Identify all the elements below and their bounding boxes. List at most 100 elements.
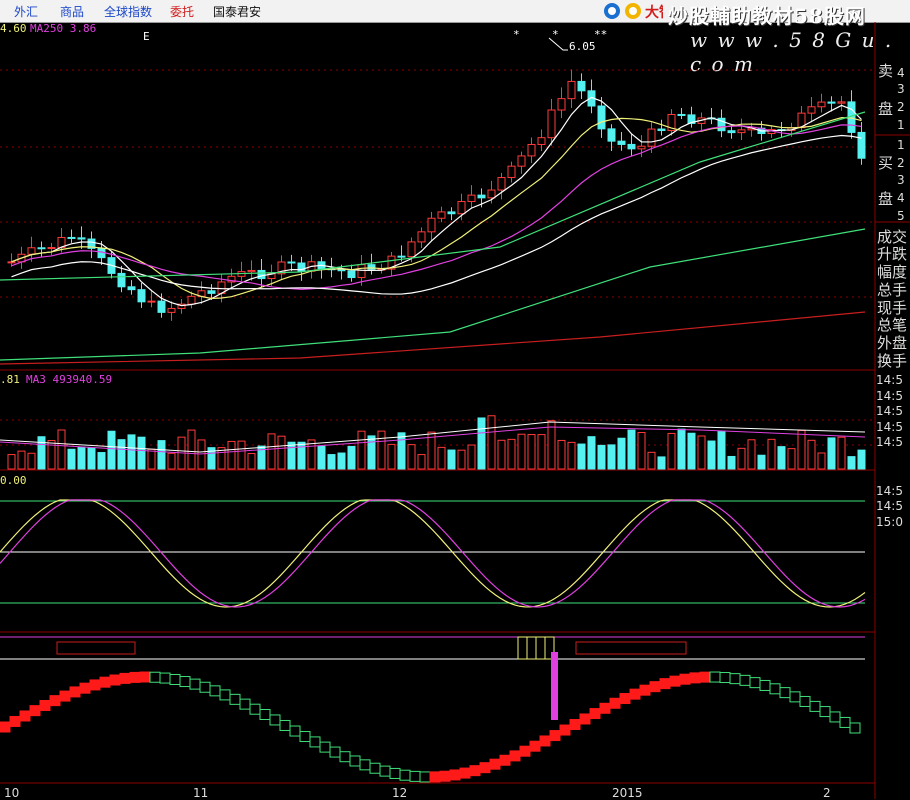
sell-level-1: 1 bbox=[897, 118, 905, 132]
signal-step bbox=[369, 762, 381, 774]
signal-step bbox=[429, 771, 441, 783]
ma250-line bbox=[0, 311, 866, 365]
signal-step bbox=[0, 721, 11, 733]
signal-step bbox=[69, 686, 81, 698]
volume-bar bbox=[527, 434, 536, 470]
candle bbox=[417, 231, 426, 243]
volume-bar bbox=[557, 439, 566, 470]
volume-bar bbox=[7, 454, 16, 470]
ma250-label: MA250 3.86 bbox=[30, 22, 97, 35]
volume-bar bbox=[477, 417, 486, 470]
time-axis-feb: 2 bbox=[823, 786, 831, 800]
signal-step bbox=[649, 681, 661, 693]
candle bbox=[577, 80, 586, 92]
volume-bar bbox=[787, 448, 796, 470]
tab-commodities[interactable]: 商品 bbox=[60, 3, 84, 20]
candle bbox=[77, 237, 86, 240]
signal-step bbox=[449, 769, 461, 781]
signal-step bbox=[619, 693, 631, 705]
stock-chart bbox=[0, 22, 910, 799]
marker-star-2: * bbox=[552, 28, 559, 41]
volume-prefix: .81 bbox=[0, 373, 20, 386]
candle bbox=[147, 300, 156, 303]
signal-step bbox=[229, 693, 241, 705]
volume-bar bbox=[767, 438, 776, 470]
candle bbox=[527, 143, 536, 157]
volume-bar bbox=[537, 434, 546, 470]
signal-step bbox=[629, 688, 641, 700]
buy-level-4: 4 bbox=[897, 191, 905, 205]
volume-bar bbox=[287, 441, 296, 470]
ma5-line bbox=[11, 96, 862, 307]
volume-bar bbox=[737, 447, 746, 470]
volume-bar bbox=[347, 445, 356, 470]
volume-bar bbox=[547, 420, 556, 470]
signal-step bbox=[799, 695, 811, 707]
signal-step bbox=[579, 713, 591, 725]
ma20-line bbox=[11, 124, 862, 290]
volume-bar bbox=[657, 456, 666, 470]
signal-box bbox=[517, 636, 528, 660]
volume-bar bbox=[197, 439, 206, 470]
signal-step bbox=[89, 679, 101, 691]
volume-bar bbox=[797, 429, 806, 470]
volume-bar bbox=[387, 443, 396, 470]
tab-broker[interactable]: 国泰君安 bbox=[213, 3, 261, 20]
stat-turnover: 换手 bbox=[877, 352, 908, 370]
sell-label-1: 卖 bbox=[878, 62, 894, 80]
candle bbox=[567, 80, 576, 100]
candle bbox=[287, 261, 296, 264]
volume-bar bbox=[847, 456, 856, 470]
signal-step bbox=[259, 708, 271, 720]
volume-bar bbox=[567, 441, 576, 470]
signal-step bbox=[819, 706, 831, 718]
volume-bar bbox=[57, 429, 66, 470]
candle bbox=[247, 269, 256, 273]
volume-bar bbox=[647, 451, 656, 470]
signal-step bbox=[459, 767, 471, 779]
trade-time-3: 14:5 bbox=[876, 404, 903, 418]
candle bbox=[207, 290, 216, 294]
signal-step bbox=[139, 671, 151, 683]
signal-step bbox=[99, 676, 111, 688]
tab-forex[interactable]: 外汇 bbox=[14, 3, 38, 20]
tab-orders[interactable]: 委托 bbox=[170, 3, 194, 20]
marker-star-1: * bbox=[513, 28, 520, 41]
volume-bar bbox=[687, 432, 696, 470]
signal-step bbox=[39, 700, 51, 712]
signal-step bbox=[189, 678, 201, 690]
volume-bar bbox=[497, 439, 506, 470]
signal-step bbox=[829, 711, 841, 723]
candle bbox=[607, 128, 616, 142]
volume-bar bbox=[407, 444, 416, 470]
candle bbox=[477, 194, 486, 199]
time-axis-2015: 2015 bbox=[612, 786, 643, 800]
signal-box bbox=[526, 636, 537, 660]
signal-step bbox=[479, 762, 491, 774]
sell-level-2: 2 bbox=[897, 100, 905, 114]
volume-bar bbox=[517, 433, 526, 470]
tab-global-index[interactable]: 全球指数 bbox=[104, 3, 152, 20]
signal-step bbox=[749, 677, 761, 689]
volume-bar bbox=[67, 448, 76, 470]
signal-box bbox=[535, 636, 546, 660]
kdj-value-label: 0.00 bbox=[0, 474, 27, 487]
price-prefix: 4.60 bbox=[0, 22, 27, 35]
signal-step bbox=[809, 700, 821, 712]
candle bbox=[127, 286, 136, 291]
candle bbox=[837, 101, 846, 104]
signal-step bbox=[739, 674, 751, 686]
volume-bar bbox=[707, 440, 716, 470]
candle bbox=[437, 211, 446, 219]
volume-bar bbox=[727, 455, 736, 470]
volume-bar bbox=[627, 429, 636, 470]
signal-step bbox=[549, 730, 561, 742]
candle bbox=[647, 128, 656, 147]
candle bbox=[37, 247, 46, 250]
signal-step bbox=[689, 672, 701, 684]
volume-bar bbox=[697, 435, 706, 470]
signal-step bbox=[329, 746, 341, 758]
signal-step bbox=[609, 697, 621, 709]
signal-step bbox=[379, 765, 391, 777]
volume-bar bbox=[577, 443, 586, 470]
